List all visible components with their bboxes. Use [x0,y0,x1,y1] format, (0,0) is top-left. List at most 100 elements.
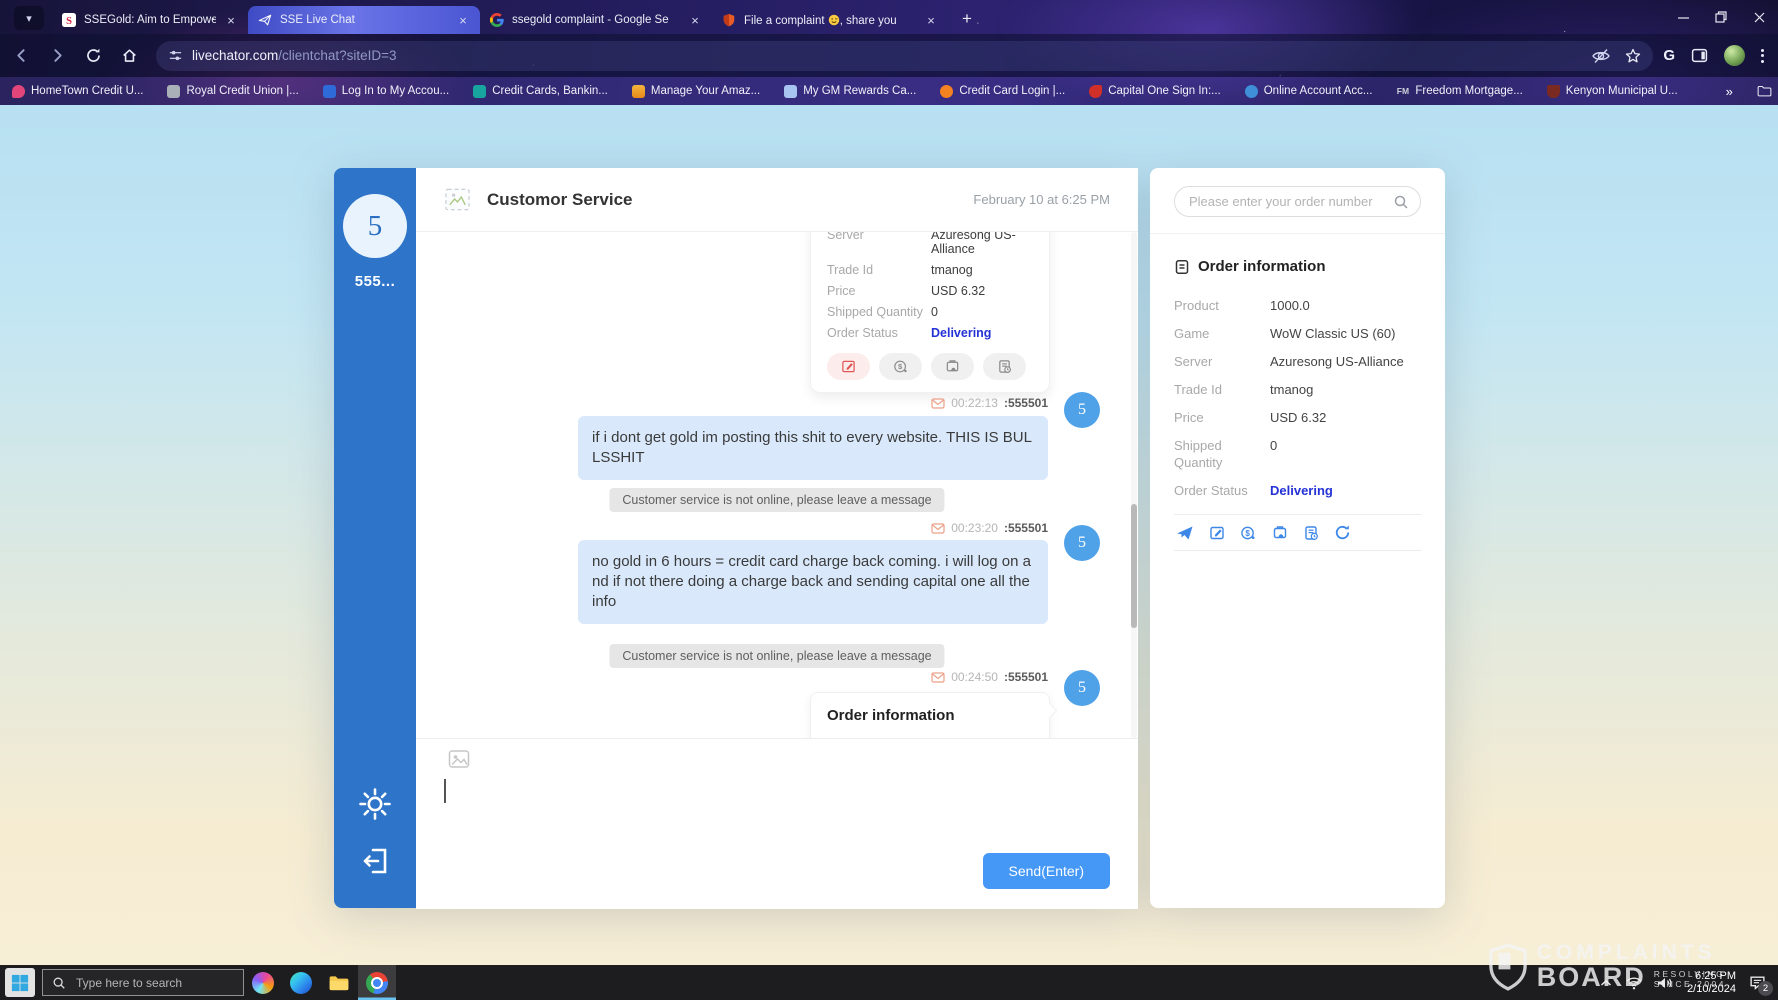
message-input[interactable]: Send(Enter) [416,738,1138,909]
order-search-input[interactable] [1174,186,1421,217]
close-tab-icon[interactable] [224,13,238,27]
svg-text:S: S [66,16,72,27]
svg-text:$: $ [898,362,903,371]
eye-off-icon[interactable] [1591,48,1611,64]
bookmark-favicon-icon [1396,85,1409,98]
bookmark-item[interactable]: Royal Credit Union |... [167,85,298,98]
document-icon [1174,259,1190,275]
notify-icon[interactable] [1272,525,1288,541]
close-icon[interactable] [1740,0,1778,34]
close-tab-icon[interactable] [456,13,470,27]
message-list[interactable]: ServerAzuresong US-Alliance Trade Idtman… [416,232,1138,738]
home-icon[interactable] [114,41,144,71]
tab-search-button[interactable] [14,6,44,30]
bookmarks-overflow-icon[interactable] [1726,84,1733,99]
chat-bubble: if i dont get gold im posting this shit … [578,416,1048,480]
edit-order-button[interactable] [827,353,870,380]
bookmark-star-icon[interactable] [1625,48,1641,64]
chat-window: 5 555... [334,168,1445,908]
tab-file-complaint[interactable]: File a complaint , share you [712,6,948,34]
address-bar[interactable]: livechator.com/clientchat?siteID=3 [156,41,1653,71]
price-icon[interactable]: $ [1240,525,1257,541]
scrollbar-track[interactable] [1131,232,1137,738]
taskbar-copilot-button[interactable] [244,965,282,1000]
tab-ssegold[interactable]: S SSEGold: Aim to Empower You [52,6,248,34]
tab-google-search[interactable]: ssegold complaint - Google Se [480,6,712,34]
chat-main: Customor Service February 10 at 6:25 PM … [416,168,1138,908]
browser-chrome: S SSEGold: Aim to Empower You SSE Live C… [0,0,1778,105]
chat-header: Customor Service February 10 at 6:25 PM [416,168,1138,232]
taskbar-clock[interactable]: 6:25 PM 2/10/2024 [1687,970,1736,996]
forward-icon[interactable] [42,41,72,71]
edit-order-icon[interactable] [1209,525,1225,541]
close-tab-icon[interactable] [924,13,938,27]
site-settings-icon[interactable] [168,48,183,63]
restore-icon[interactable] [1702,0,1740,34]
notify-button[interactable] [931,353,974,380]
start-button[interactable] [5,968,35,997]
toolbar-right [1663,45,1778,66]
tab-sse-live-chat[interactable]: SSE Live Chat [248,6,480,34]
minimize-icon[interactable] [1664,0,1702,34]
bookmark-item[interactable]: Kenyon Municipal U... [1547,85,1678,98]
notification-badge: 2 [1758,981,1773,996]
screen: S SSEGold: Aim to Empower You SSE Live C… [0,0,1778,1000]
search-icon [52,976,66,990]
google-favicon-icon [490,13,504,27]
back-icon[interactable] [6,41,36,71]
wifi-icon[interactable] [1625,976,1643,990]
bookmark-item[interactable]: Freedom Mortgage... [1396,85,1522,98]
bookmark-item[interactable]: Log In to My Accou... [323,85,449,98]
profile-avatar[interactable] [1724,45,1745,66]
attach-image-icon[interactable] [448,749,470,769]
side-panel-icon[interactable] [1691,47,1708,64]
offline-notice: Customer service is not online, please l… [609,644,944,668]
new-tab-button[interactable] [954,6,980,32]
taskbar-explorer-button[interactable] [320,965,358,1000]
bookmark-item[interactable]: Online Account Acc... [1245,85,1373,98]
order-panel-title: Order information [1174,258,1421,275]
tray-chevron-icon[interactable] [1600,979,1612,987]
volume-icon[interactable] [1656,976,1674,990]
bookmark-item[interactable]: Manage Your Amaz... [632,85,760,98]
chat-datetime: February 10 at 6:25 PM [973,192,1110,207]
order-history-icon[interactable] [1303,525,1319,541]
bookmark-item[interactable]: Credit Cards, Bankin... [473,85,608,98]
all-bookmarks-button[interactable]: All Bookmarks [1757,85,1778,97]
refresh-icon[interactable] [1334,524,1351,541]
close-tab-icon[interactable] [688,13,702,27]
scrollbar-thumb[interactable] [1131,504,1137,628]
page-background: 5 555... [0,105,1778,965]
send-button[interactable]: Send(Enter) [983,853,1110,889]
taskbar-chrome-button[interactable] [358,965,396,1000]
bookmark-item[interactable]: Capital One Sign In:... [1089,85,1221,98]
price-button[interactable]: $ [879,353,922,380]
order-status: Delivering [931,326,991,340]
message-meta: 00:23:20:555501 [931,521,1048,535]
bookmark-item[interactable]: My GM Rewards Ca... [784,85,916,98]
reload-icon[interactable] [78,41,108,71]
taskbar-search[interactable] [42,969,244,996]
mail-icon [931,671,945,683]
order-info-bubble: Order information [810,692,1050,738]
bookmark-item[interactable]: Credit Card Login |... [940,85,1065,98]
mail-icon [931,397,945,409]
tab-title: SSE Live Chat [280,14,448,26]
order-history-button[interactable] [983,353,1026,380]
logout-icon[interactable] [358,844,392,878]
action-center-button[interactable]: 2 [1749,974,1766,991]
bookmark-item[interactable]: HomeTown Credit U... [12,85,143,98]
menu-kebab-icon[interactable] [1761,49,1764,63]
taskbar-search-input[interactable] [74,975,228,991]
agent-name: Customor Service [487,190,633,210]
taskbar-edge-button[interactable] [282,965,320,1000]
google-profile-icon[interactable] [1663,47,1675,64]
settings-gear-icon[interactable] [357,786,393,822]
search-icon[interactable] [1393,194,1409,210]
order-search [1174,186,1421,217]
shield-favicon-icon [722,13,736,27]
copilot-icon [252,972,274,994]
resend-icon[interactable] [1176,525,1194,541]
folder-icon [1757,85,1772,97]
svg-text:$: $ [1245,528,1250,537]
